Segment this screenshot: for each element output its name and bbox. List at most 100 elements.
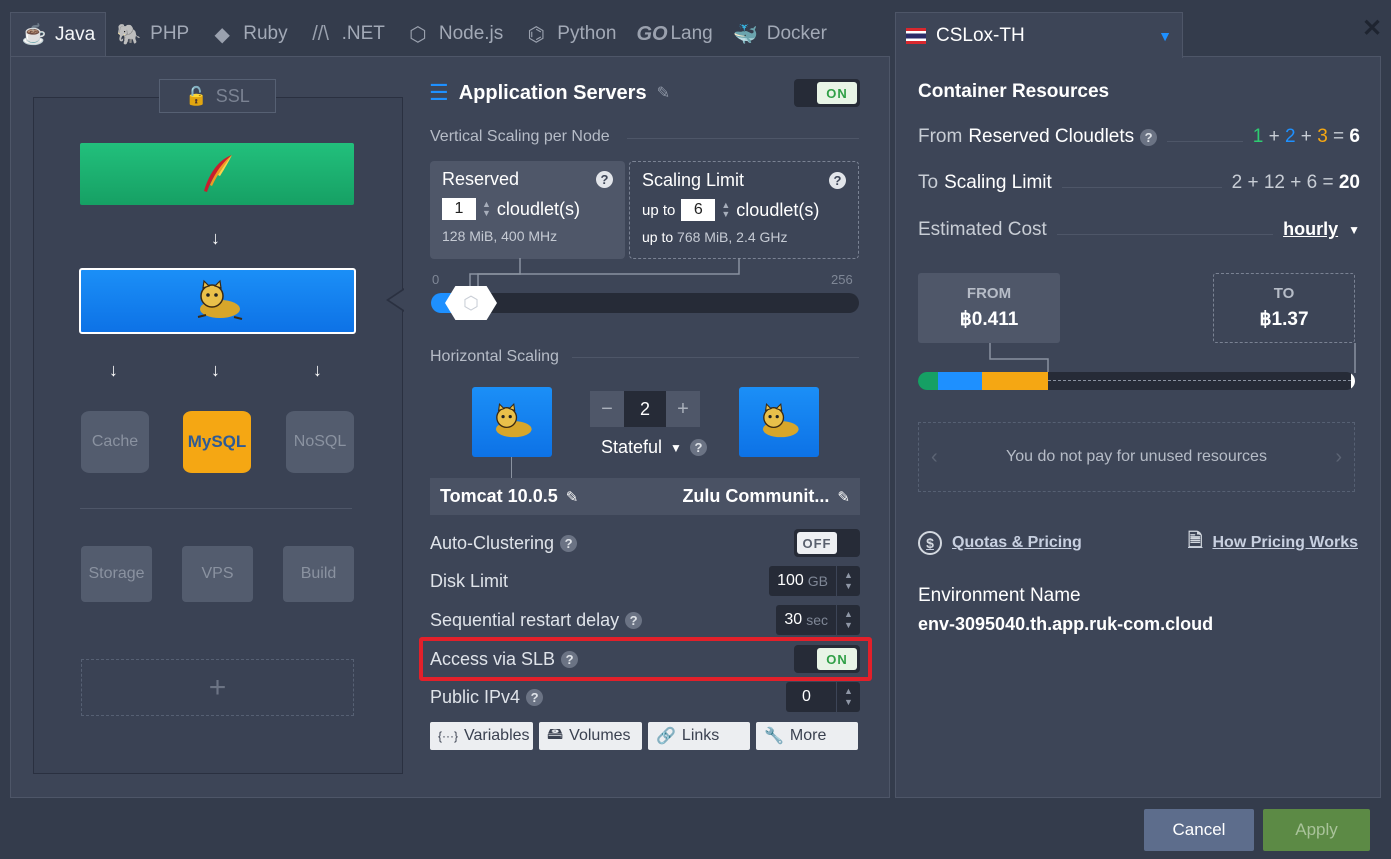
spinner-arrows-icon[interactable]: ▲ ▼: [482, 200, 491, 218]
tomcat-version[interactable]: Tomcat 10.0.5 ✎: [440, 486, 578, 507]
node-count-value[interactable]: 2: [624, 391, 666, 427]
restart-delay-unit: sec: [806, 612, 828, 628]
arrow-down-icon: ↓: [109, 360, 118, 380]
toggle-state: OFF: [797, 532, 837, 554]
tomcat-icon: [762, 403, 799, 438]
node-instance-2[interactable]: [739, 387, 819, 457]
help-icon[interactable]: ?: [560, 534, 578, 552]
mysql-node[interactable]: MySQL: [183, 411, 251, 473]
chevron-right-icon[interactable]: ›: [1335, 446, 1342, 469]
selection-pointer-fill: [389, 290, 404, 310]
caret-down-icon: ▼: [670, 440, 682, 455]
cancel-button[interactable]: Cancel: [1144, 809, 1254, 851]
balancer-node[interactable]: [80, 143, 354, 205]
decrement-button[interactable]: −: [590, 391, 624, 427]
nosql-node[interactable]: NoSQL: [286, 411, 354, 473]
increment-button[interactable]: +: [666, 391, 700, 427]
cost-from-label: FROM: [966, 285, 1012, 302]
cost-to-value: ฿1.37: [1259, 309, 1309, 330]
ssl-button[interactable]: 🔓 SSL: [159, 79, 276, 113]
apply-button[interactable]: Apply: [1263, 809, 1370, 851]
jdk-version[interactable]: Zulu Communit... ✎: [682, 486, 850, 507]
vps-label: VPS: [201, 565, 234, 582]
how-pricing-works-link[interactable]: 🗎 How Pricing Works: [1188, 528, 1358, 558]
tab-label: .NET: [341, 23, 385, 44]
cache-label: Cache: [91, 433, 139, 450]
cost-period-select[interactable]: hourly ▼: [1283, 219, 1360, 240]
links-button[interactable]: 🔗 Links: [648, 722, 750, 750]
node-instance-1[interactable]: [472, 387, 552, 457]
environment-name-value[interactable]: env-3095040.th.app.ruk-com.cloud: [918, 614, 1213, 635]
tab-python[interactable]: ⌬ Python: [513, 12, 626, 56]
tab-docker[interactable]: 🐳 Docker: [723, 12, 837, 56]
restart-delay-row: Sequential restart delay? 30 sec ▲ ▼: [430, 605, 860, 635]
help-icon[interactable]: ?: [625, 611, 643, 629]
horizontal-scaling-label: Horizontal Scaling: [430, 348, 559, 365]
cache-node[interactable]: Cache: [81, 411, 149, 473]
variables-button[interactable]: {···} Variables: [430, 722, 533, 750]
region-selector[interactable]: CSLox-TH ▼: [895, 12, 1183, 58]
spinner-arrows-icon[interactable]: ▲ ▼: [836, 605, 860, 635]
more-button[interactable]: 🔧 More: [756, 722, 858, 750]
tab-java[interactable]: ☕ Java: [10, 12, 107, 56]
quotas-pricing-link[interactable]: $ Quotas & Pricing: [918, 528, 1082, 558]
vps-node[interactable]: VPS: [182, 546, 253, 602]
scaling-limit-expression: 2 + 12 + 6 =: [1231, 172, 1334, 193]
cost-range-dashes: [1048, 380, 1351, 390]
cost-to-label: TO: [1273, 285, 1295, 302]
scaling-limit-total: 20: [1338, 172, 1360, 193]
restart-delay-input[interactable]: 30 sec ▲ ▼: [776, 605, 860, 635]
pencil-icon[interactable]: ✎: [657, 83, 670, 103]
version-bar: Tomcat 10.0.5 ✎ Zulu Communit... ✎: [430, 478, 860, 515]
auto-clustering-toggle[interactable]: OFF: [794, 529, 860, 557]
help-icon[interactable]: ?: [526, 688, 544, 706]
help-icon[interactable]: ?: [829, 172, 846, 189]
pencil-icon: ✎: [837, 488, 850, 506]
scaling-limit-input[interactable]: 6: [681, 199, 716, 221]
limit-unit: cloudlet(s): [736, 199, 820, 220]
help-icon[interactable]: ?: [1140, 128, 1158, 146]
help-icon[interactable]: ?: [596, 171, 613, 188]
tab-golang[interactable]: GO Lang: [626, 12, 722, 56]
reserved-total: 6: [1349, 126, 1360, 147]
build-node[interactable]: Build: [283, 546, 354, 602]
slider-handle[interactable]: ⬡: [445, 286, 497, 320]
app-server-node[interactable]: [79, 268, 356, 334]
engine-tabs: ☕ Java 🐘 PHP ◆ Ruby //\ .NET ⬡ Node.js ⌬ Pytho…: [10, 12, 890, 56]
volumes-button[interactable]: 🖴 Volumes: [539, 722, 642, 750]
limit-resources: 768 MiB, 2.4 GHz: [677, 229, 788, 245]
tab-label: Lang: [670, 23, 713, 44]
apache-feather-icon: [204, 155, 232, 192]
cost-segment-1: [918, 372, 938, 390]
app-servers-toggle[interactable]: ON: [794, 79, 860, 107]
divider: [80, 508, 352, 509]
tab-label: Node.js: [438, 23, 504, 44]
scaling-mode-select[interactable]: Stateful ▼ ?: [601, 437, 707, 458]
tab-php[interactable]: 🐘 PHP: [106, 12, 199, 56]
arrow-down-icon: ↓: [211, 360, 220, 380]
tab-dotnet[interactable]: //\ .NET: [298, 12, 395, 56]
spinner-arrows-icon[interactable]: ▲ ▼: [836, 566, 860, 596]
chevron-left-icon[interactable]: ‹: [931, 446, 938, 469]
reserved-cloudlets-input[interactable]: 1: [442, 198, 476, 220]
mysql-label: MySQL: [187, 432, 247, 451]
java-icon: ☕: [21, 24, 47, 46]
add-layer-button[interactable]: +: [81, 659, 354, 716]
spinner-arrows-icon[interactable]: ▲ ▼: [836, 682, 860, 712]
disk-limit-input[interactable]: 100 GB ▲ ▼: [769, 566, 860, 596]
storage-node[interactable]: Storage: [81, 546, 152, 602]
php-elephant-icon: 🐘: [116, 23, 142, 46]
auto-clustering-label: Auto-Clustering: [430, 532, 555, 553]
ssl-label: SSL: [215, 85, 250, 106]
ipv4-input[interactable]: 0 ▲ ▼: [786, 682, 860, 712]
tab-ruby[interactable]: ◆ Ruby: [199, 12, 297, 56]
tab-nodejs[interactable]: ⬡ Node.js: [395, 12, 513, 56]
ipv4-label: Public IPv4: [430, 686, 521, 707]
spinner-arrows-icon[interactable]: ▲ ▼: [721, 201, 730, 219]
more-label: More: [789, 727, 827, 744]
tab-label: Ruby: [243, 23, 288, 44]
cloudlet-count-3: 3: [1317, 126, 1328, 147]
close-icon[interactable]: ✕: [1362, 14, 1382, 43]
help-icon[interactable]: ?: [689, 439, 707, 456]
arrow-down-icon: ↓: [211, 228, 220, 248]
